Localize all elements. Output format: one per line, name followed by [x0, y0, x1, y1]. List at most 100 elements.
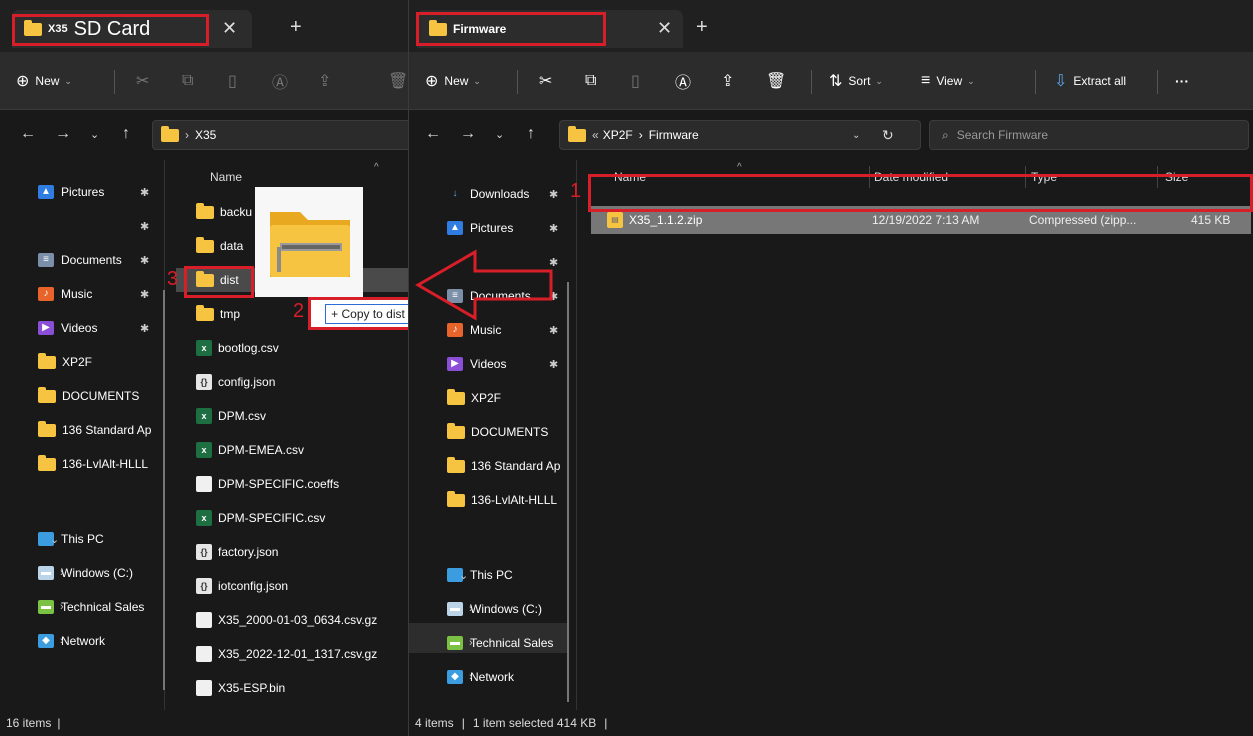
chevron-right-icon[interactable]: ›: [60, 567, 64, 579]
nav-item-downloads[interactable]: ↓ Downloads ✱: [447, 182, 559, 206]
nav-item-this-pc[interactable]: ⌄ This PC: [447, 563, 513, 587]
nav-item-documents[interactable]: DOCUMENTS: [38, 384, 139, 408]
sort-button[interactable]: ⇅ Sort ⌄: [829, 52, 883, 110]
pin-icon[interactable]: ✱: [140, 322, 149, 335]
recent-chevron-icon[interactable]: ⌄: [90, 128, 99, 141]
view-button[interactable]: ≡ View ⌄: [921, 52, 975, 110]
extract-all-button[interactable]: ⇩ Extract all: [1054, 52, 1126, 110]
nav-item-music[interactable]: ♪ Music ✱: [447, 318, 558, 342]
breadcrumb-x35[interactable]: X35: [195, 128, 216, 142]
nav-scrollbar[interactable]: [163, 290, 165, 690]
up-arrow-icon[interactable]: ↑: [527, 125, 535, 143]
pin-icon[interactable]: ✱: [549, 256, 558, 269]
chevron-down-icon[interactable]: ⌄: [459, 569, 468, 582]
delete-button[interactable]: 🗑: [388, 52, 408, 110]
nav-item-music[interactable]: ♪ Music ✱: [38, 282, 149, 306]
nav-item-136-lvlalt-hlll[interactable]: 136-LvlAlt-HLLL: [447, 488, 557, 512]
paste-button[interactable]: ▯: [631, 52, 646, 110]
breadcrumb[interactable]: « XP2F › Firmware ⌄ ↻: [559, 120, 921, 150]
refresh-icon[interactable]: ↻: [882, 127, 894, 144]
new-button[interactable]: ⊕ New ⌄: [16, 52, 72, 110]
copy-button[interactable]: ⧉: [182, 52, 199, 110]
new-tab-icon[interactable]: +: [696, 16, 708, 39]
pin-icon[interactable]: ✱: [549, 222, 558, 235]
nav-scrollbar[interactable]: [567, 282, 569, 702]
nav-item-technical-sales[interactable]: › ▬ Technical Sales: [447, 631, 553, 655]
nav-item-136-standard-ap[interactable]: 136 Standard Ap: [447, 454, 560, 478]
file-row[interactable]: backu: [196, 200, 252, 224]
file-row[interactable]: {} iotconfig.json: [196, 574, 288, 598]
nav-item-136-standard-ap[interactable]: 136 Standard Ap: [38, 418, 151, 442]
pin-icon[interactable]: ✱: [549, 290, 558, 303]
address-dropdown-icon[interactable]: ⌄: [852, 130, 860, 141]
nav-item-network[interactable]: › ◆ Network: [38, 629, 105, 653]
pin-icon[interactable]: ✱: [549, 324, 558, 337]
file-row[interactable]: data: [196, 234, 243, 258]
nav-item-windows-c-[interactable]: › ▬ Windows (C:): [447, 597, 542, 621]
file-row[interactable]: {} config.json: [196, 370, 275, 394]
more-options-button[interactable]: ···: [1175, 52, 1189, 110]
breadcrumb[interactable]: › X35: [152, 120, 408, 150]
pin-icon[interactable]: ✱: [140, 254, 149, 267]
nav-item-pictures[interactable]: ▲ Pictures ✱: [447, 216, 558, 240]
delete-button[interactable]: 🗑: [766, 52, 792, 110]
nav-item-this-pc[interactable]: ⌄ This PC: [38, 527, 104, 551]
nav-item-documents[interactable]: DOCUMENTS: [447, 420, 548, 444]
file-row[interactable]: {} factory.json: [196, 540, 278, 564]
nav-item-technical-sales[interactable]: › ▬ Technical Sales: [38, 595, 144, 619]
chevron-right-icon[interactable]: ›: [60, 601, 64, 613]
file-row[interactable]: tmp: [196, 302, 240, 326]
column-header-name[interactable]: Name: [210, 170, 242, 184]
chevron-right-icon[interactable]: ›: [469, 671, 473, 683]
file-row[interactable]: X35-ESP.bin: [196, 676, 285, 700]
breadcrumb-xp2f[interactable]: XP2F: [603, 128, 633, 142]
new-button[interactable]: ⊕ New ⌄: [425, 52, 481, 110]
file-row[interactable]: x bootlog.csv: [196, 336, 279, 360]
nav-item-xp2f[interactable]: XP2F: [447, 386, 501, 410]
nav-item-videos[interactable]: ▶ Videos ✱: [447, 352, 558, 376]
nav-item-videos[interactable]: ▶ Videos ✱: [38, 316, 149, 340]
pin-icon[interactable]: ✱: [140, 186, 149, 199]
cut-button[interactable]: ✂: [539, 52, 558, 110]
file-row[interactable]: x DPM-SPECIFIC.csv: [196, 506, 325, 530]
breadcrumb-firmware[interactable]: Firmware: [649, 128, 699, 142]
close-tab-icon[interactable]: ✕: [657, 18, 672, 39]
file-row[interactable]: x DPM.csv: [196, 404, 266, 428]
rename-button[interactable]: Ⓐ: [272, 52, 294, 110]
search-input[interactable]: ⌕ Search Firmware: [929, 120, 1249, 150]
new-tab-icon[interactable]: +: [290, 16, 302, 39]
nav-item-windows-c-[interactable]: › ▬ Windows (C:): [38, 561, 133, 585]
nav-item-pictures[interactable]: ▲ Pictures ✱: [38, 180, 149, 204]
chevron-right-icon[interactable]: ›: [60, 635, 64, 647]
chevron-right-icon[interactable]: ›: [469, 603, 473, 615]
chevron-right-icon[interactable]: ›: [469, 637, 473, 649]
pin-icon[interactable]: ✱: [549, 358, 558, 371]
pin-icon[interactable]: ✱: [140, 288, 149, 301]
pin-icon[interactable]: ✱: [140, 220, 149, 233]
pin-icon[interactable]: ✱: [549, 188, 558, 201]
share-button[interactable]: ⇪: [721, 52, 740, 110]
file-row[interactable]: DPM-SPECIFIC.coeffs: [196, 472, 339, 496]
file-row[interactable]: x DPM-EMEA.csv: [196, 438, 304, 462]
chevron-down-icon[interactable]: ⌄: [50, 533, 59, 546]
share-button[interactable]: ⇪: [318, 52, 337, 110]
breadcrumb-overflow[interactable]: «: [592, 128, 599, 142]
copy-button[interactable]: ⧉: [585, 52, 602, 110]
file-row[interactable]: X35_2000-01-03_0634.csv.gz: [196, 608, 377, 632]
rename-button[interactable]: Ⓐ: [675, 52, 697, 110]
back-arrow-icon[interactable]: ←: [20, 125, 36, 143]
paste-button[interactable]: ▯: [228, 52, 243, 110]
up-arrow-icon[interactable]: ↑: [122, 125, 130, 143]
forward-arrow-icon[interactable]: →: [55, 125, 71, 143]
back-arrow-icon[interactable]: ←: [425, 125, 441, 143]
close-tab-icon[interactable]: ✕: [222, 18, 237, 39]
nav-item-136-lvlalt-hlll[interactable]: 136-LvlAlt-HLLL: [38, 452, 148, 476]
nav-item-xp2f[interactable]: XP2F: [38, 350, 92, 374]
recent-chevron-icon[interactable]: ⌄: [495, 128, 504, 141]
cut-button[interactable]: ✂: [136, 52, 155, 110]
nav-item-documents[interactable]: ≡ Documents ✱: [447, 284, 558, 308]
nav-item-network[interactable]: › ◆ Network: [447, 665, 514, 689]
forward-arrow-icon[interactable]: →: [460, 125, 476, 143]
file-row[interactable]: X35_2022-12-01_1317.csv.gz: [196, 642, 377, 666]
nav-item-documents[interactable]: ≡ Documents ✱: [38, 248, 149, 272]
